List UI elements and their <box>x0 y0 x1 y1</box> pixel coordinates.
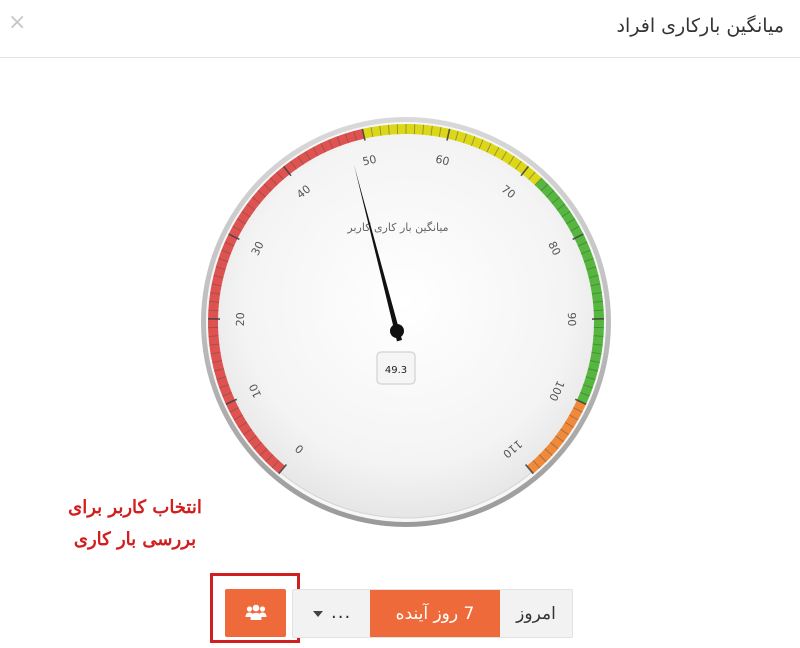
annotation-line-1: انتخاب کاربر برای <box>68 497 202 518</box>
date-filter-bar: ... 7 روز آینده امروز <box>292 589 573 638</box>
annotation-line-2: بررسی بار کاری <box>73 529 197 550</box>
range-dropdown-value: ... <box>331 602 352 623</box>
gauge-minor-tick <box>208 309 219 312</box>
today-button[interactable]: امروز <box>500 590 572 637</box>
gauge-minor-tick <box>593 309 604 312</box>
gauge-tick-label: 90 <box>565 312 578 326</box>
range-dropdown[interactable]: ... <box>293 590 370 637</box>
gauge-needle-pivot <box>390 324 404 338</box>
caret-down-icon <box>313 611 323 617</box>
gauge-title: میانگین بار کاری کاربر <box>346 221 448 234</box>
gauge-value-label: 49.3 <box>385 365 407 376</box>
annotation-note: انتخاب کاربر برای بررسی بار کاری <box>30 492 240 556</box>
select-user-button[interactable] <box>225 589 286 637</box>
gauge-tick-label: 20 <box>234 312 247 326</box>
users-icon <box>245 604 266 620</box>
next-7-days-button[interactable]: 7 روز آینده <box>370 590 500 637</box>
